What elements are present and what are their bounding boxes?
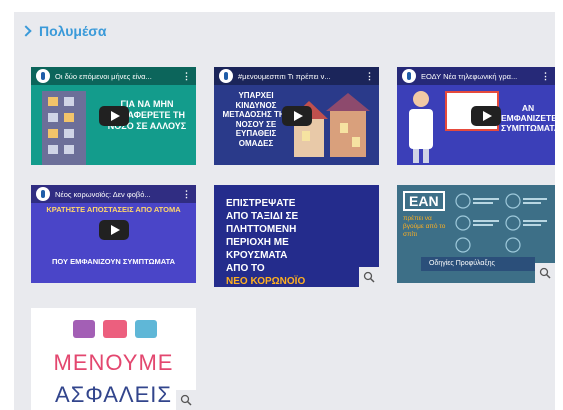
doctor-illustration — [409, 91, 433, 163]
poster-text-line: ΑΣΦΑΛΕΙΣ — [55, 382, 172, 407]
kebab-menu-icon[interactable]: ⋮ — [541, 71, 550, 82]
poster-text-line: ΠΛΗΤΤΟΜΕΝΗ — [226, 224, 297, 235]
play-icon[interactable] — [98, 106, 129, 126]
channel-logo-icon — [36, 69, 50, 83]
play-icon[interactable] — [471, 106, 501, 126]
poster-heading: ΕΑΝ — [403, 191, 445, 211]
magnifier-icon[interactable] — [176, 390, 196, 410]
video-title: #μενουμεσπιτι Τι πρέπει ν... — [238, 71, 331, 81]
section-title: Πολυμέσα — [39, 23, 107, 39]
kebab-menu-icon[interactable]: ⋮ — [182, 189, 191, 200]
video-thumbnail-2[interactable]: ΥΠΑΡΧΕΙ ΚΙΝΔΥΝΟΣ ΜΕΤΑΔΟΣΗΣ ΤΗΣ ΝΟΣΟΥ ΣΕ … — [214, 67, 379, 165]
poster-text-line: ΑΠΟ ΤΑΞΙΔΙ ΣΕ — [226, 211, 299, 222]
multimedia-panel: Πολυμέσα ΓΙΑ ΝΑ ΜΗΝ ΜΕΤΑΦΕΡΕΤΕ ΤΗ ΝΟΣΟ Σ… — [14, 12, 555, 410]
play-icon[interactable] — [98, 220, 129, 240]
video-topbar: ΕΟΔΥ Νέα τηλεφωνική γρα... ⋮ — [397, 67, 555, 85]
video-topbar: #μενουμεσπιτι Τι πρέπει ν... ⋮ — [214, 67, 379, 85]
magnifier-icon[interactable] — [535, 263, 555, 283]
video-thumbnail-1[interactable]: ΓΙΑ ΝΑ ΜΗΝ ΜΕΤΑΦΕΡΕΤΕ ΤΗ ΝΟΣΟ ΣΕ ΑΛΛΟΥΣ … — [31, 67, 196, 165]
poster-thumbnail-stay-safe[interactable]: ΜΕΝΟΥΜΕ ΑΣΦΑΛΕΙΣ — [31, 308, 196, 410]
building-illustration — [42, 91, 86, 165]
play-icon[interactable] — [281, 106, 312, 126]
video-caption: ΠΟΥ ΕΜΦΑΝΙΖΟΥΝ ΣΥΜΠΤΩΜΑΤΑ — [51, 257, 176, 266]
poster-thumbnail-travel[interactable]: ΕΠΙΣΤΡΕΨΑΤΕ ΑΠΟ ΤΑΞΙΔΙ ΣΕ ΠΛΗΤΤΟΜΕΝΗ ΠΕΡ… — [214, 185, 379, 287]
kebab-menu-icon[interactable]: ⋮ — [182, 71, 191, 82]
poster-subtitle: πρέπει να βγούμε από το σπίτι — [403, 215, 446, 238]
section-header[interactable]: Πολυμέσα — [20, 23, 107, 39]
kebab-menu-icon[interactable]: ⋮ — [365, 71, 374, 82]
poster-text-line: ΑΠΟ ΤΟ — [226, 263, 265, 274]
channel-logo-icon — [402, 69, 416, 83]
video-title: Νέος κορωνοϊός: Δεν φοβό... — [55, 189, 151, 199]
poster-text-line: ΜΕΝΟΥΜΕ — [53, 350, 174, 375]
chat-bubbles-icon — [73, 320, 157, 338]
video-thumbnail-4[interactable]: ΚΡΑΤΗΣΤΕ ΑΠΟΣΤΑΣΕΙΣ ΑΠΟ ΑΤΟΜΑ ΠΟΥ ΕΜΦΑΝΙ… — [31, 185, 196, 283]
poster-text-line: ΠΕΡΙΟΧΗ ΜΕ — [226, 237, 289, 248]
poster-text-line: ΕΠΙΣΤΡΕΨΑΤΕ — [226, 198, 296, 209]
channel-logo-icon — [219, 69, 233, 83]
poster-thumbnail-precautions[interactable]: ΕΑΝ πρέπει να βγούμε από το σπίτι Οδηγίε… — [397, 185, 555, 283]
precaution-icons-grid — [455, 193, 547, 253]
video-caption: ΑΝ ΕΜΦΑΝΙΖΕΤΕ ΣΥΜΠΤΩΜΑΤΑ — [501, 103, 555, 133]
video-thumbnail-3[interactable]: ΑΝ ΕΜΦΑΝΙΖΕΤΕ ΣΥΜΠΤΩΜΑΤΑ ΕΟΔΥ Νέα τηλεφω… — [397, 67, 555, 165]
video-topbar: Οι δύο επόμενοι μήνες είνα... ⋮ — [31, 67, 196, 85]
poster-text-line: ΚΡΟΥΣΜΑΤΑ — [226, 250, 288, 261]
chevron-right-icon — [20, 25, 32, 37]
video-topbar: Νέος κορωνοϊός: Δεν φοβό... ⋮ — [31, 185, 196, 203]
video-title: ΕΟΔΥ Νέα τηλεφωνική γρα... — [421, 71, 518, 81]
channel-logo-icon — [36, 187, 50, 201]
video-title: Οι δύο επόμενοι μήνες είνα... — [55, 71, 152, 81]
magnifier-icon[interactable] — [359, 267, 379, 287]
poster-highlight: ΝΕΟ ΚΟΡΩΝΟΪΟ — [226, 276, 306, 287]
video-caption-top: ΚΡΑΤΗΣΤΕ ΑΠΟΣΤΑΣΕΙΣ ΑΠΟ ΑΤΟΜΑ — [46, 205, 181, 214]
poster-banner: Οδηγίες Προφύλαξης — [421, 257, 535, 271]
